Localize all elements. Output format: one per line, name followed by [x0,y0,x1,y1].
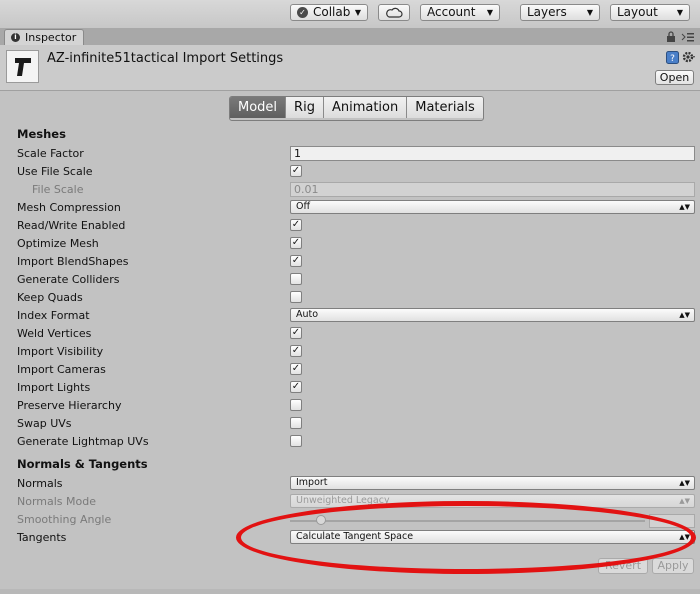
generate-colliders-label: Generate Colliders [17,273,120,286]
file-scale-label: File Scale [32,183,84,196]
preserve-hierarchy-label: Preserve Hierarchy [17,399,122,412]
generate-lightmap-uvs-label: Generate Lightmap UVs [17,435,149,448]
open-button[interactable]: Open [655,70,694,85]
smoothing-angle-label: Smoothing Angle [17,513,112,526]
help-icon[interactable]: ? [666,51,679,64]
preserve-hierarchy-checkbox[interactable] [290,399,302,411]
normals-mode-label: Normals Mode [17,495,96,508]
index-format-label: Index Format [17,309,90,322]
tangents-label: Tangents [17,531,67,544]
layers-label: Layers [527,5,567,19]
chevron-down-icon: ▼ [586,8,593,17]
gear-icon[interactable] [682,50,696,64]
index-format-value: Auto [296,309,319,320]
import-lights-label: Import Lights [17,381,91,394]
updown-arrows-icon: ▲▼ [679,497,690,505]
bottom-border [0,589,700,594]
mesh-compression-label: Mesh Compression [17,201,121,214]
asset-thumbnail [6,50,39,83]
mesh-compression-value: Off [296,201,311,212]
tab-model[interactable]: Model [230,97,287,118]
file-scale-field: 0.01 [290,182,695,197]
read-write-label: Read/Write Enabled [17,219,126,232]
tab-rig[interactable]: Rig [286,97,324,118]
normals-mode-value: Unweighted Legacy [296,495,390,506]
inspector-header: AZ-infinite51tactical Import Settings ? … [0,45,700,91]
smoothing-angle-value-field [649,514,695,528]
chevron-down-icon: ▼ [354,8,361,17]
updown-arrows-icon: ▲▼ [679,533,690,541]
tab-materials[interactable]: Materials [407,97,483,118]
page-title: AZ-infinite51tactical Import Settings [47,51,284,66]
normals-value: Import [296,477,328,488]
layers-dropdown[interactable]: Layers ▼ [520,4,600,21]
section-normals-tangents: Normals & Tangents [17,457,148,471]
smoothing-angle-slider-track [290,520,645,522]
import-lights-checkbox[interactable]: ✓ [290,381,302,393]
collab-label: Collab [313,5,351,19]
tab-menu-icon[interactable] [681,32,695,42]
keep-quads-label: Keep Quads [17,291,83,304]
cloud-icon [386,7,403,18]
import-blendshapes-checkbox[interactable]: ✓ [290,255,302,267]
tab-bar: i Inspector [0,28,700,45]
scale-factor-label: Scale Factor [17,147,84,160]
account-label: Account [427,5,476,19]
info-icon: i [11,33,20,42]
check-icon: ✓ [297,7,308,18]
import-tabs: Model Rig Animation Materials [229,96,484,121]
keep-quads-checkbox[interactable] [290,291,302,303]
tab-inspector-label: Inspector [25,31,77,44]
index-format-dropdown[interactable]: Auto ▲▼ [290,308,695,322]
optimize-mesh-label: Optimize Mesh [17,237,99,250]
collab-dropdown[interactable]: ✓ Collab ▼ [290,4,368,21]
layout-dropdown[interactable]: Layout ▼ [610,4,690,21]
import-blendshapes-label: Import BlendShapes [17,255,129,268]
lock-icon[interactable] [666,31,676,43]
tab-animation[interactable]: Animation [323,97,408,118]
normals-label: Normals [17,477,63,490]
use-file-scale-label: Use File Scale [17,165,93,178]
tangents-value: Calculate Tangent Space [296,531,414,542]
optimize-mesh-checkbox[interactable]: ✓ [290,237,302,249]
smoothing-angle-slider-handle [316,515,326,525]
use-file-scale-checkbox[interactable]: ✓ [290,165,302,177]
section-meshes: Meshes [17,127,66,141]
swap-uvs-checkbox[interactable] [290,417,302,429]
scale-factor-field[interactable]: 1 [290,146,695,161]
import-visibility-label: Import Visibility [17,345,104,358]
updown-arrows-icon: ▲▼ [679,479,690,487]
apply-button[interactable]: Apply [652,558,694,574]
updown-arrows-icon: ▲▼ [679,203,690,211]
normals-mode-dropdown: Unweighted Legacy ▲▼ [290,494,695,508]
import-cameras-label: Import Cameras [17,363,106,376]
generate-lightmap-uvs-checkbox[interactable] [290,435,302,447]
generate-colliders-checkbox[interactable] [290,273,302,285]
swap-uvs-label: Swap UVs [17,417,72,430]
import-cameras-checkbox[interactable]: ✓ [290,363,302,375]
svg-text:?: ? [670,54,675,64]
read-write-checkbox[interactable]: ✓ [290,219,302,231]
layout-label: Layout [617,5,658,19]
normals-dropdown[interactable]: Import ▲▼ [290,476,695,490]
tab-inspector[interactable]: i Inspector [4,29,84,45]
tangents-dropdown[interactable]: Calculate Tangent Space ▲▼ [290,530,695,544]
mesh-compression-dropdown[interactable]: Off ▲▼ [290,200,695,214]
updown-arrows-icon: ▲▼ [679,311,690,319]
pistol-icon [15,58,31,76]
cloud-button[interactable] [378,4,410,21]
weld-vertices-checkbox[interactable]: ✓ [290,327,302,339]
weld-vertices-label: Weld Vertices [17,327,92,340]
account-dropdown[interactable]: Account ▼ [420,4,500,21]
chevron-down-icon: ▼ [486,8,493,17]
top-toolbar: ✓ Collab ▼ Account ▼ Layers ▼ Layout ▼ [0,0,700,28]
revert-button[interactable]: Revert [598,558,648,574]
chevron-down-icon: ▼ [676,8,683,17]
import-visibility-checkbox[interactable]: ✓ [290,345,302,357]
